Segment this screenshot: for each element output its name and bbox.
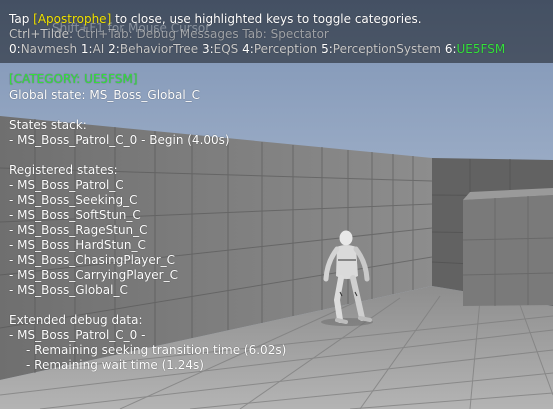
front-box [462,188,553,306]
game-viewport[interactable] [0,0,553,409]
